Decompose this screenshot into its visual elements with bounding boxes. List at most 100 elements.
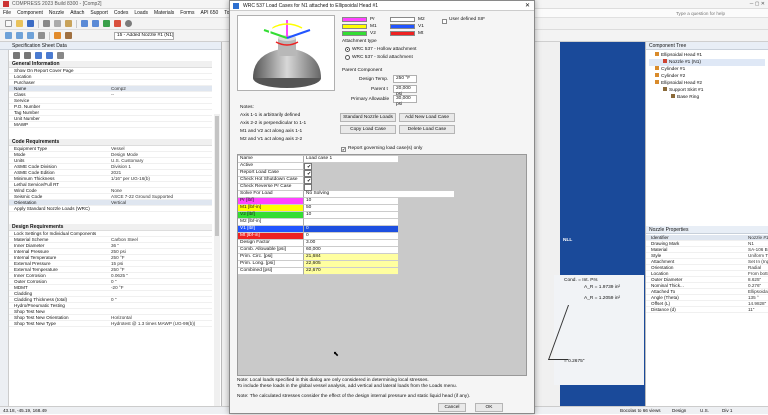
filter-icon[interactable] bbox=[24, 51, 31, 59]
property-value[interactable] bbox=[109, 74, 212, 79]
property-value[interactable]: 2021 bbox=[109, 170, 212, 175]
property-value[interactable]: 135 ° bbox=[746, 295, 768, 300]
grid-row[interactable]: Combined [psi] 22,670 bbox=[238, 268, 528, 275]
vessel-drawing-area[interactable]: NLL Cond. = Int. Prs A_R = 1.9739 in² A_… bbox=[547, 42, 645, 406]
cancel-button[interactable]: Cancel bbox=[438, 403, 466, 412]
paste-icon[interactable] bbox=[65, 20, 72, 27]
property-value[interactable]: Division 1 bbox=[109, 164, 212, 169]
property-value[interactable] bbox=[109, 68, 212, 73]
tree-item-head-1[interactable]: Ellipsoidal Head #1 bbox=[649, 52, 765, 59]
grid-row-value[interactable]: 0 bbox=[304, 233, 398, 240]
property-value[interactable]: 36 " bbox=[109, 243, 212, 248]
menu-attach[interactable]: Attach bbox=[70, 10, 84, 16]
print-icon[interactable] bbox=[57, 51, 64, 59]
property-value[interactable]: Ellipsoidal Head #1 bbox=[746, 289, 768, 294]
grid-row[interactable]: Check Hot Shutdown Case ✔ bbox=[238, 177, 528, 184]
tree-item-base-ring[interactable]: Base Ring bbox=[649, 94, 765, 101]
cut-icon[interactable] bbox=[43, 20, 50, 27]
grid-row[interactable]: V2 [lbf] 10 bbox=[238, 212, 528, 219]
save-icon[interactable] bbox=[27, 20, 34, 27]
property-value[interactable] bbox=[109, 291, 212, 296]
property-value[interactable]: Horizontal bbox=[109, 315, 212, 320]
property-row[interactable]: Distance (d) 11" bbox=[646, 307, 768, 313]
vertical-tab-strip[interactable] bbox=[0, 50, 9, 406]
property-value[interactable]: Vessel bbox=[109, 146, 212, 151]
menu-loads[interactable]: Loads bbox=[134, 10, 148, 16]
menu-api650[interactable]: API 650 bbox=[200, 10, 218, 16]
grid-row-value[interactable]: 60,000 bbox=[304, 247, 398, 254]
add-load-case-button[interactable]: Add New Load Case bbox=[399, 113, 455, 122]
menu-file[interactable]: File bbox=[3, 10, 11, 16]
property-value[interactable]: Vertical bbox=[109, 200, 212, 205]
code-requirements-header[interactable]: Code Requirements bbox=[9, 139, 212, 146]
cone-icon[interactable] bbox=[27, 32, 34, 39]
property-value[interactable]: 0 " bbox=[109, 279, 212, 284]
grid-row-value[interactable]: ✔ bbox=[304, 177, 312, 184]
property-value[interactable]: Nozzle #1 bbox=[746, 235, 768, 240]
user-defined-sif-checkbox[interactable] bbox=[442, 18, 447, 24]
spec-scrollbar[interactable] bbox=[214, 114, 220, 406]
property-value[interactable]: Set In (Inplant) bbox=[746, 259, 768, 264]
grid-row[interactable]: Solve For Load No Solving bbox=[238, 191, 528, 198]
property-value[interactable]: 250 °F bbox=[109, 255, 212, 260]
copy-load-case-button[interactable]: Copy Load Case bbox=[340, 125, 396, 134]
property-value[interactable] bbox=[109, 182, 212, 187]
grid-row[interactable]: Design Factor 3.00 bbox=[238, 240, 528, 247]
primary-allowable-field[interactable]: 30,000 psi bbox=[393, 95, 417, 107]
grid-row-value[interactable]: 50 bbox=[304, 205, 398, 212]
property-value[interactable] bbox=[109, 303, 212, 308]
hollow-radio[interactable] bbox=[345, 47, 350, 52]
standard-nozzle-loads-button[interactable]: Standard Nozzle Loads bbox=[340, 113, 396, 122]
report-governing-checkbox[interactable]: ✔ bbox=[341, 146, 346, 152]
property-value[interactable]: 0.276" bbox=[746, 283, 768, 288]
property-value[interactable]: From bottom sea... bbox=[746, 271, 768, 276]
grid-row[interactable]: Report Load Case ✔ bbox=[238, 170, 528, 177]
property-value[interactable] bbox=[109, 110, 212, 115]
grid-row-value[interactable]: Load case 1 bbox=[304, 156, 398, 163]
dialog-close-icon[interactable]: ✕ bbox=[525, 1, 530, 11]
parent-t-field[interactable]: 20,000 psi bbox=[393, 85, 417, 97]
property-value[interactable] bbox=[109, 122, 212, 127]
property-value[interactable]: Carbon Steel bbox=[109, 237, 212, 242]
property-value[interactable] bbox=[109, 98, 212, 103]
design-requirements-header[interactable]: Design Requirements bbox=[9, 224, 212, 231]
property-value[interactable]: U.S. Customary bbox=[109, 158, 212, 163]
grid-row-value[interactable]: 3.00 bbox=[304, 240, 398, 247]
menu-materials[interactable]: Materials bbox=[154, 10, 174, 16]
property-value[interactable]: N1 bbox=[746, 241, 768, 246]
property-value[interactable] bbox=[109, 231, 212, 236]
tree-item-nozzle-1[interactable]: Nozzle #1 (N1) bbox=[649, 59, 765, 66]
grid-row[interactable]: M1 [lbf-in] 50 bbox=[238, 205, 528, 212]
property-value[interactable] bbox=[109, 116, 212, 121]
menu-forms[interactable]: Forms bbox=[180, 10, 194, 16]
nozzle-selector[interactable]: 15 - Added Nozzle #1 (N1) bbox=[114, 31, 174, 40]
grid-row[interactable]: Check Reverse Pr Case bbox=[238, 184, 528, 191]
design-temp-field[interactable]: 250 °F bbox=[393, 75, 417, 83]
property-value[interactable]: Design Mode bbox=[109, 152, 212, 157]
undo-icon[interactable] bbox=[81, 20, 88, 27]
property-value[interactable]: -- bbox=[109, 92, 212, 97]
flange-icon[interactable] bbox=[38, 32, 45, 39]
down-icon[interactable] bbox=[46, 51, 53, 59]
grid-row-value[interactable]: 22,670 bbox=[304, 268, 398, 275]
grid-row[interactable]: Name Load case 1 bbox=[238, 156, 528, 163]
grid-row-value[interactable]: 0 bbox=[304, 226, 398, 233]
property-value[interactable]: 250 °F bbox=[109, 267, 212, 272]
property-value[interactable]: 0 " bbox=[109, 297, 212, 302]
delete-load-case-button[interactable]: Delete Load Case bbox=[399, 125, 455, 134]
grid-row[interactable]: Active ✔ bbox=[238, 163, 528, 170]
tree-item-skirt[interactable]: Support Skirt #1 bbox=[649, 87, 765, 94]
property-value[interactable] bbox=[109, 104, 212, 109]
grid-row[interactable]: Prim. Long. [psi] 22,605 bbox=[238, 261, 528, 268]
grid-row[interactable]: Pr [lbf] 10 bbox=[238, 198, 528, 205]
grid-row-value[interactable]: 10 bbox=[304, 198, 398, 205]
grid-row[interactable]: V1 [lbf] 0 bbox=[238, 226, 528, 233]
grid-row-value[interactable]: 22,605 bbox=[304, 261, 398, 268]
tree-item-head-2[interactable]: Ellipsoidal Head #2 bbox=[649, 80, 765, 87]
grid-row-value[interactable]: No Solving bbox=[304, 191, 454, 198]
property-value[interactable]: -20 °F bbox=[109, 285, 212, 290]
redo-icon[interactable] bbox=[92, 20, 99, 27]
property-value[interactable] bbox=[109, 206, 212, 211]
property-value[interactable]: 0.0625 " bbox=[109, 273, 212, 278]
property-value[interactable]: 14.9828" bbox=[746, 301, 768, 306]
